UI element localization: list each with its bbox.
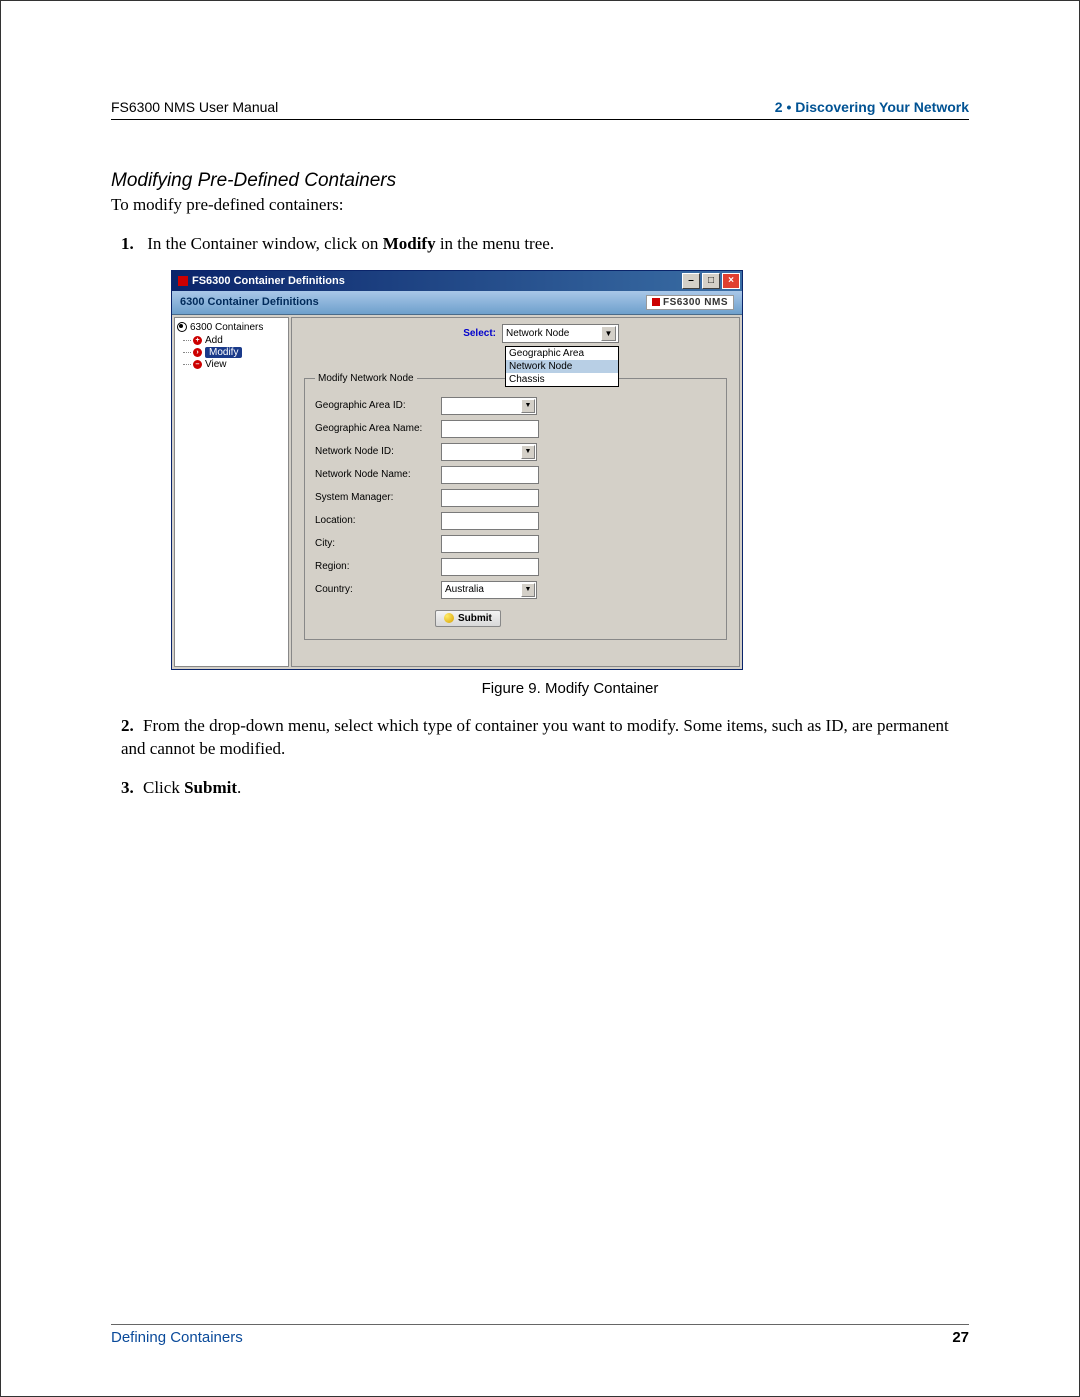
step-3-bold: Submit	[184, 778, 237, 797]
chevron-down-icon: ▼	[521, 445, 535, 459]
input-node-id[interactable]: ▼	[441, 443, 537, 461]
brand-badge: FS6300 NMS	[646, 295, 734, 310]
option-geographic-area[interactable]: Geographic Area	[506, 347, 618, 360]
arrow-icon: ›	[193, 348, 202, 357]
tree-item-view[interactable]: – View	[183, 359, 286, 370]
window-controls: – □ ×	[682, 273, 740, 289]
chevron-down-icon: ▼	[521, 399, 535, 413]
tree-add-label: Add	[205, 335, 223, 346]
tree-view-label: View	[205, 359, 227, 370]
step-1-text-c: in the menu tree.	[436, 234, 555, 253]
page-footer: Defining Containers 27	[111, 1324, 969, 1346]
fieldset-legend: Modify Network Node	[315, 373, 417, 384]
step-3-text-a: Click	[143, 778, 184, 797]
select-combo[interactable]: Network Node ▼	[502, 324, 619, 343]
submit-button[interactable]: Submit	[435, 610, 501, 627]
label-node-name: Network Node Name:	[315, 469, 435, 480]
figure-9: FS6300 Container Definitions – □ × 6300 …	[171, 270, 969, 697]
submit-label: Submit	[458, 613, 492, 624]
section-title: Modifying Pre-Defined Containers	[111, 170, 969, 192]
step-1-num: 1.	[121, 233, 143, 256]
label-geo-name: Geographic Area Name:	[315, 423, 435, 434]
chevron-down-icon: ▼	[601, 326, 616, 341]
label-city: City:	[315, 538, 435, 549]
input-city[interactable]	[441, 535, 539, 553]
label-location: Location:	[315, 515, 435, 526]
window-title: FS6300 Container Definitions	[192, 275, 682, 287]
form-panel: Select: Network Node ▼ Geographic Area N…	[291, 317, 740, 667]
label-node-id: Network Node ID:	[315, 446, 435, 457]
step-1-text-a: In the Container window, click on	[147, 234, 382, 253]
submit-row: Submit	[435, 604, 716, 627]
row-node-name: Network Node Name:	[315, 466, 716, 484]
tree-root-label: 6300 Containers	[190, 322, 263, 333]
document-page: FS6300 NMS User Manual 2 • Discovering Y…	[0, 0, 1080, 1397]
row-region: Region:	[315, 558, 716, 576]
footer-page-number: 27	[952, 1329, 969, 1346]
brand-icon	[652, 298, 660, 306]
input-node-name[interactable]	[441, 466, 539, 484]
input-sys-mgr[interactable]	[441, 489, 539, 507]
row-geo-id: Geographic Area ID: ▼	[315, 397, 716, 415]
footer-left: Defining Containers	[111, 1329, 243, 1346]
plus-icon: +	[193, 336, 202, 345]
option-chassis[interactable]: Chassis	[506, 373, 618, 386]
titlebar[interactable]: FS6300 Container Definitions – □ ×	[172, 271, 742, 291]
app-window: FS6300 Container Definitions – □ × 6300 …	[171, 270, 743, 670]
tree-modify-label: Modify	[205, 347, 242, 358]
input-geo-id[interactable]: ▼	[441, 397, 537, 415]
tree-panel: 6300 Containers + Add › Modify –	[174, 317, 289, 667]
label-country: Country:	[315, 584, 435, 595]
select-label: Select:	[463, 328, 496, 339]
modify-fieldset: Modify Network Node Geographic Area ID: …	[304, 373, 727, 640]
subheader-title: 6300 Container Definitions	[180, 296, 319, 308]
close-button[interactable]: ×	[722, 273, 740, 289]
page-header: FS6300 NMS User Manual 2 • Discovering Y…	[111, 99, 969, 120]
step-2-text: From the drop-down menu, select which ty…	[121, 716, 949, 758]
input-country[interactable]: Australia ▼	[441, 581, 537, 599]
pushpin-icon	[444, 613, 454, 623]
step-1-bold: Modify	[383, 234, 436, 253]
app-body: 6300 Containers + Add › Modify –	[172, 315, 742, 669]
tree-item-modify[interactable]: › Modify	[183, 347, 286, 358]
label-sys-mgr: System Manager:	[315, 492, 435, 503]
label-geo-id: Geographic Area ID:	[315, 400, 435, 411]
radio-icon	[177, 322, 187, 332]
header-right: 2 • Discovering Your Network	[775, 99, 969, 115]
select-value: Network Node	[506, 328, 569, 339]
row-node-id: Network Node ID: ▼	[315, 443, 716, 461]
header-left: FS6300 NMS User Manual	[111, 99, 278, 115]
maximize-button[interactable]: □	[702, 273, 720, 289]
tree-item-add[interactable]: + Add	[183, 335, 286, 346]
subheader-bar: 6300 Container Definitions FS6300 NMS	[172, 291, 742, 315]
select-dropdown[interactable]: Geographic Area Network Node Chassis	[505, 346, 619, 387]
select-row: Select: Network Node ▼ Geographic Area N…	[302, 324, 619, 343]
figure-caption: Figure 9. Modify Container	[171, 680, 969, 697]
row-sys-mgr: System Manager:	[315, 489, 716, 507]
row-geo-name: Geographic Area Name:	[315, 420, 716, 438]
step-3-num: 3.	[121, 777, 143, 800]
minus-icon: –	[193, 360, 202, 369]
input-location[interactable]	[441, 512, 539, 530]
country-value: Australia	[445, 584, 484, 595]
input-region[interactable]	[441, 558, 539, 576]
app-icon	[178, 276, 188, 286]
tree-root[interactable]: 6300 Containers	[177, 322, 286, 333]
step-3: 3.Click Submit.	[111, 777, 969, 800]
input-geo-name[interactable]	[441, 420, 539, 438]
row-location: Location:	[315, 512, 716, 530]
row-city: City:	[315, 535, 716, 553]
chevron-down-icon: ▼	[521, 583, 535, 597]
label-region: Region:	[315, 561, 435, 572]
step-1: 1. In the Container window, click on Mod…	[111, 233, 969, 256]
step-3-text-c: .	[237, 778, 241, 797]
option-network-node[interactable]: Network Node	[506, 360, 618, 373]
row-country: Country: Australia ▼	[315, 581, 716, 599]
intro-text: To modify pre-defined containers:	[111, 194, 969, 217]
step-2: 2.From the drop-down menu, select which …	[111, 715, 969, 761]
step-2-num: 2.	[121, 715, 143, 738]
brand-text: FS6300 NMS	[663, 297, 728, 308]
minimize-button[interactable]: –	[682, 273, 700, 289]
tree-children: + Add › Modify – View	[183, 335, 286, 370]
